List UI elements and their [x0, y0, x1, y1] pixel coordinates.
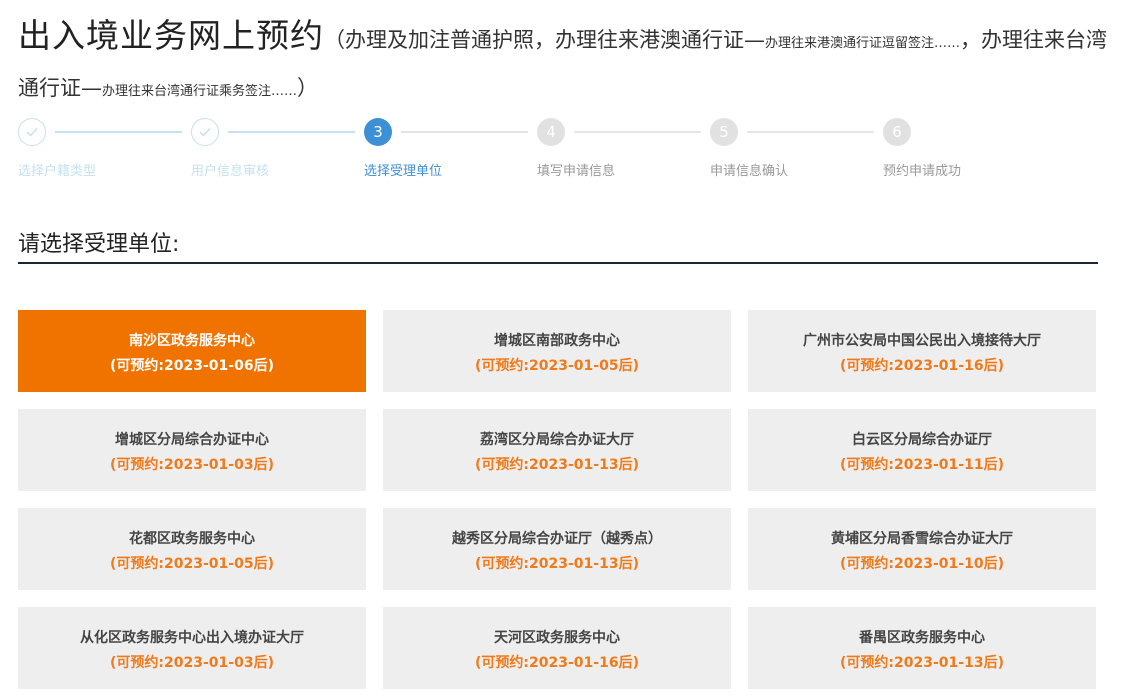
unit-card[interactable]: 增城区南部政务中心 (可预约:2023-01-05后)	[383, 310, 731, 392]
step-number: 6	[883, 118, 911, 146]
unit-card[interactable]: 荔湾区分局综合办证大厅 (可预约:2023-01-13后)	[383, 409, 731, 491]
step-label: 选择受理单位	[364, 164, 443, 179]
page-title: 出入境业务网上预约（办理及加注普通护照，办理往来港澳通行证—办理往来港澳通行证逗…	[18, 14, 1108, 114]
section-title: 请选择受理单位:	[18, 232, 180, 257]
check-icon	[191, 118, 219, 146]
unit-name: 南沙区政务服务中心	[129, 333, 255, 349]
unit-availability: (可预约:2023-01-13后)	[475, 556, 639, 572]
unit-availability: (可预约:2023-01-05后)	[475, 358, 639, 374]
step-3: 3 选择受理单位	[364, 118, 537, 179]
page-title-main: 出入境业务网上预约	[18, 16, 324, 55]
unit-availability: (可预约:2023-01-05后)	[110, 556, 274, 572]
step-connector	[228, 131, 355, 133]
unit-availability: (可预约:2023-01-16后)	[840, 358, 1004, 374]
step-2: 用户信息审核	[191, 118, 364, 179]
progress-steps: 选择户籍类型 用户信息审核 3 选择受理单位 4 填写申请信息 5 申请信息确认…	[18, 118, 1098, 179]
unit-name: 白云区分局综合办证厅	[852, 432, 992, 448]
unit-name: 荔湾区分局综合办证大厅	[480, 432, 634, 448]
unit-card[interactable]: 增城区分局综合办证中心 (可预约:2023-01-03后)	[18, 409, 366, 491]
unit-card[interactable]: 天河区政务服务中心 (可预约:2023-01-16后)	[383, 607, 731, 689]
unit-availability: (可预约:2023-01-11后)	[840, 457, 1004, 473]
unit-card[interactable]: 从化区政务服务中心出入境办证大厅 (可预约:2023-01-03后)	[18, 607, 366, 689]
step-6: 6 预约申请成功	[883, 118, 1056, 179]
section-divider	[18, 262, 1098, 264]
unit-card[interactable]: 花都区政务服务中心 (可预约:2023-01-05后)	[18, 508, 366, 590]
step-label: 申请信息确认	[710, 164, 789, 179]
unit-availability: (可预约:2023-01-13后)	[840, 655, 1004, 671]
page-subtitle-open: （办理及加注普通护照，办理往来港澳通行证—	[324, 28, 765, 52]
check-icon	[18, 118, 46, 146]
unit-card[interactable]: 白云区分局综合办证厅 (可预约:2023-01-11后)	[748, 409, 1096, 491]
step-4: 4 填写申请信息	[537, 118, 710, 179]
step-connector	[401, 131, 528, 133]
step-label: 用户信息审核	[191, 164, 270, 179]
unit-availability: (可预约:2023-01-16后)	[475, 655, 639, 671]
step-connector	[747, 131, 874, 133]
unit-card[interactable]: 越秀区分局综合办证厅（越秀点） (可预约:2023-01-13后)	[383, 508, 731, 590]
unit-name: 番禺区政务服务中心	[859, 630, 985, 646]
unit-name: 增城区南部政务中心	[494, 333, 620, 349]
unit-name: 增城区分局综合办证中心	[115, 432, 269, 448]
step-5: 5 申请信息确认	[710, 118, 883, 179]
step-number: 5	[710, 118, 738, 146]
unit-availability: (可预约:2023-01-03后)	[110, 655, 274, 671]
unit-card[interactable]: 番禺区政务服务中心 (可预约:2023-01-13后)	[748, 607, 1096, 689]
step-label: 预约申请成功	[883, 164, 962, 179]
unit-availability: (可预约:2023-01-03后)	[110, 457, 274, 473]
unit-name: 从化区政务服务中心出入境办证大厅	[80, 630, 304, 646]
step-number: 4	[537, 118, 565, 146]
unit-name: 越秀区分局综合办证厅（越秀点）	[452, 531, 662, 547]
step-connector	[55, 131, 182, 133]
page-subtitle-close: ）	[297, 76, 319, 100]
step-label: 选择户籍类型	[18, 164, 97, 179]
step-label: 填写申请信息	[537, 164, 616, 179]
unit-card[interactable]: 黄埔区分局香雪综合办证大厅 (可预约:2023-01-10后)	[748, 508, 1096, 590]
unit-name: 花都区政务服务中心	[129, 531, 255, 547]
unit-card[interactable]: 广州市公安局中国公民出入境接待大厅 (可预约:2023-01-16后)	[748, 310, 1096, 392]
page-subtitle-note-taiwan: 办理往来台湾通行证乘务签注……	[102, 84, 298, 99]
unit-availability: (可预约:2023-01-10后)	[840, 556, 1004, 572]
unit-availability: (可预约:2023-01-06后)	[110, 358, 274, 374]
unit-availability: (可预约:2023-01-13后)	[475, 457, 639, 473]
page-subtitle-note-hk-macau: 办理往来港澳通行证逗留签注……	[765, 36, 961, 51]
unit-name: 广州市公安局中国公民出入境接待大厅	[803, 333, 1041, 349]
unit-card[interactable]: 南沙区政务服务中心 (可预约:2023-01-06后)	[18, 310, 366, 392]
step-connector	[574, 131, 701, 133]
step-number: 3	[364, 118, 392, 146]
step-1: 选择户籍类型	[18, 118, 191, 179]
unit-name: 黄埔区分局香雪综合办证大厅	[831, 531, 1013, 547]
unit-name: 天河区政务服务中心	[494, 630, 620, 646]
